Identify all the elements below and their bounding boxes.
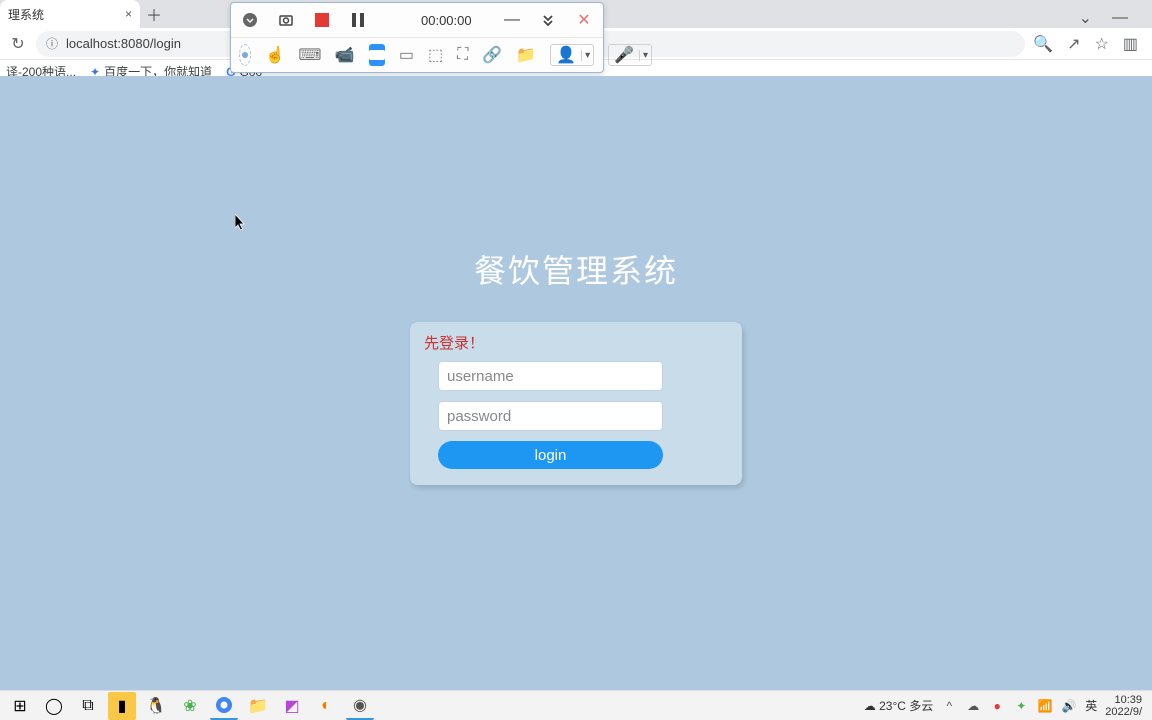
taskbar-app[interactable]: ◩: [278, 692, 306, 720]
login-button[interactable]: login: [438, 441, 663, 469]
video-icon[interactable]: 📹: [335, 44, 355, 66]
new-tab-button[interactable]: ＋: [140, 0, 168, 28]
tray-record-icon[interactable]: ●: [989, 698, 1005, 714]
username-input[interactable]: [438, 361, 663, 391]
tray-ime[interactable]: 英: [1085, 697, 1097, 714]
system-tray: ☁ 23°C 多云 ^ ☁ ● ✦ 📶 🔊 英 10:39 2022/9/: [864, 694, 1146, 718]
cursor-tool-icon[interactable]: [239, 44, 251, 66]
window-controls: ⌄ —: [1079, 8, 1152, 28]
toolbar-right: 🔍 ↗ ☆ ▥: [1033, 34, 1144, 54]
recorder-timer: 00:00:00: [421, 13, 472, 28]
recorder-menu-icon[interactable]: [239, 9, 261, 31]
weather-widget[interactable]: ☁ 23°C 多云: [864, 697, 934, 714]
taskbar-chrome[interactable]: [210, 692, 238, 720]
tray-chevron-icon[interactable]: ^: [941, 698, 957, 714]
reload-icon[interactable]: ↻: [8, 34, 28, 54]
webcam-dropdown[interactable]: 👤▾: [550, 44, 594, 66]
tab-close-icon[interactable]: ×: [125, 7, 132, 21]
tray-clock[interactable]: 10:39 2022/9/: [1105, 694, 1146, 718]
screen-tool-icon[interactable]: ⬚: [428, 44, 443, 66]
window-tool-icon[interactable]: ▭: [399, 44, 414, 66]
share-icon[interactable]: ↗: [1067, 34, 1080, 54]
start-icon[interactable]: ⊞: [6, 692, 34, 720]
taskbar: ⊞ ◯ ⧉ ▮ 🐧 ❀ 📁 ◩ ◐ ◉ ☁ 23°C 多云 ^ ☁ ● ✦ 📶 …: [0, 690, 1152, 720]
site-info-icon[interactable]: ⓘ: [46, 35, 58, 52]
url-text: localhost:8080/login: [66, 36, 181, 51]
login-card: 先登录！ login: [410, 322, 742, 485]
keyboard-icon[interactable]: ⌨: [299, 44, 321, 66]
fullscreen-tool-icon[interactable]: ⛶: [457, 44, 468, 66]
tray-volume-icon[interactable]: 🔊: [1061, 698, 1077, 714]
mic-dropdown[interactable]: 🎤▾: [608, 44, 652, 66]
taskbar-app[interactable]: ❀: [176, 692, 204, 720]
zoom-icon[interactable]: 🔍: [1033, 34, 1053, 54]
taskbar-app[interactable]: ◐: [312, 692, 340, 720]
pointer-tool-icon[interactable]: ☝: [265, 44, 285, 66]
tab-title: 理系统: [8, 6, 117, 23]
region-tool-icon[interactable]: [369, 44, 385, 66]
window-dropdown-icon[interactable]: ⌄: [1079, 8, 1092, 28]
taskbar-explorer[interactable]: 📁: [244, 692, 272, 720]
screen-recorder-overlay[interactable]: 00:00:00 — ✕ ☝ ⌨ 📹 ▭ ⬚ ⛶ 🔗 📁 👤▾ 🎤▾: [230, 2, 604, 73]
recorder-minimize-icon[interactable]: —: [501, 9, 523, 31]
taskbar-app[interactable]: ◉: [346, 692, 374, 720]
tray-onedrive-icon[interactable]: ☁: [965, 698, 981, 714]
folder-icon[interactable]: 📁: [516, 44, 536, 66]
sidepanel-icon[interactable]: ▥: [1123, 34, 1138, 54]
app-title: 餐饮管理系统: [474, 246, 678, 292]
password-input[interactable]: [438, 401, 663, 431]
tray-wifi-icon[interactable]: 📶: [1037, 698, 1053, 714]
pause-icon[interactable]: [347, 9, 369, 31]
cortana-icon[interactable]: ◯: [40, 692, 68, 720]
screenshot-icon[interactable]: [275, 9, 297, 31]
taskbar-app[interactable]: 🐧: [142, 692, 170, 720]
taskview-icon[interactable]: ⧉: [74, 692, 102, 720]
recorder-close-icon[interactable]: ✕: [573, 9, 595, 31]
recorder-collapse-icon[interactable]: [537, 9, 559, 31]
window-minimize-icon[interactable]: —: [1112, 9, 1128, 27]
browser-tab[interactable]: 理系统 ×: [0, 0, 140, 28]
login-message: 先登录！: [424, 332, 728, 353]
tray-app-icon[interactable]: ✦: [1013, 698, 1029, 714]
record-icon[interactable]: [311, 9, 333, 31]
bookmark-star-icon[interactable]: ☆: [1095, 34, 1109, 54]
link-tool-icon[interactable]: 🔗: [482, 44, 502, 66]
taskbar-app[interactable]: ▮: [108, 692, 136, 720]
page-viewport: 餐饮管理系统 先登录！ login: [0, 76, 1152, 690]
